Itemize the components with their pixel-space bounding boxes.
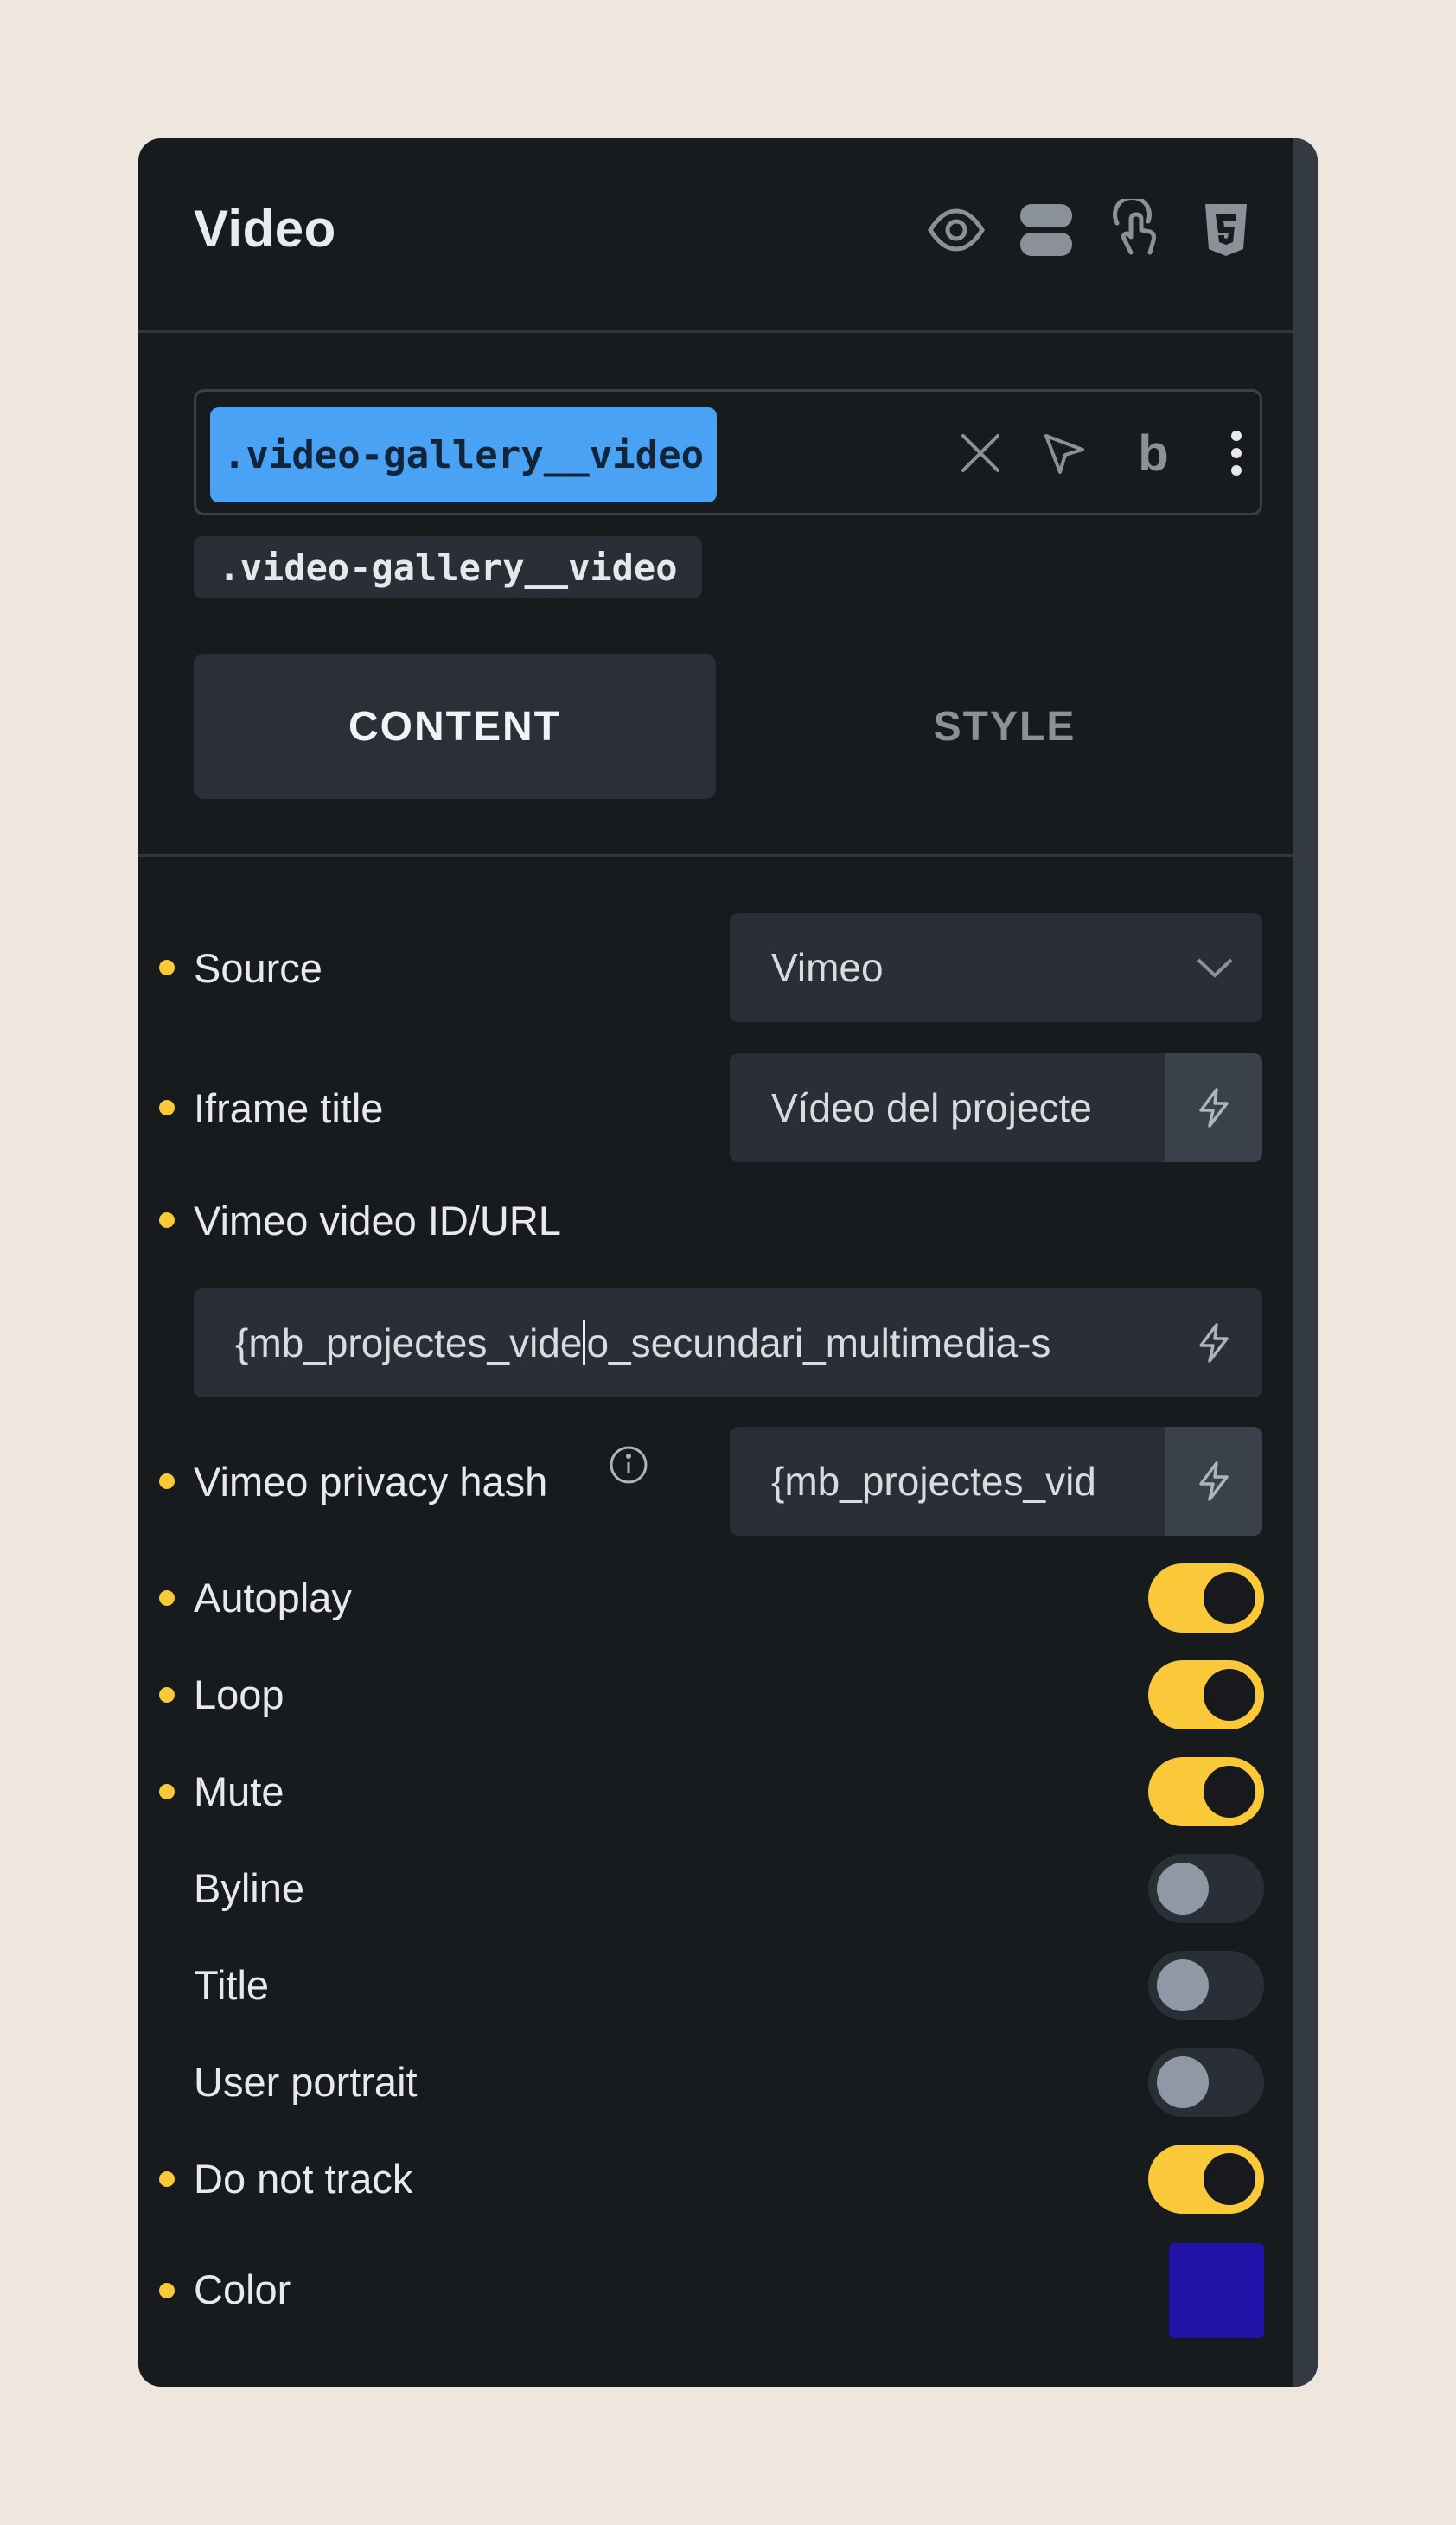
toggle-knob — [1157, 2056, 1209, 2108]
user-portrait-toggle[interactable] — [1148, 2048, 1264, 2117]
iframe-title-row: Iframe title Vídeo del projecte — [138, 1053, 1293, 1162]
modified-indicator — [159, 1212, 175, 1228]
panel-title: Video — [194, 200, 336, 258]
title-toggle[interactable] — [1148, 1951, 1264, 2020]
mute-row: Mute — [138, 1757, 1293, 1826]
modified-indicator — [159, 1100, 175, 1115]
iframe-title-input[interactable]: Vídeo del projecte — [730, 1053, 1262, 1162]
user-portrait-row: User portrait — [138, 2048, 1293, 2117]
loop-label: Loop — [194, 1672, 284, 1717]
bolt-icon — [1199, 1323, 1229, 1363]
toggle-knob — [1157, 1863, 1209, 1915]
vimeo-id-value-start: {mb_projectes_vide — [235, 1320, 583, 1365]
text-caret — [583, 1320, 586, 1365]
privacy-hash-label: Vimeo privacy hash — [194, 1459, 548, 1505]
privacy-hash-input[interactable]: {mb_projectes_vid — [730, 1427, 1262, 1536]
source-label: Source — [194, 945, 322, 991]
mute-toggle[interactable] — [1148, 1757, 1264, 1826]
privacy-hash-row: Vimeo privacy hash {mb_projectes_vid — [138, 1427, 1293, 1536]
dynamic-data-button[interactable] — [1165, 1427, 1262, 1536]
source-select[interactable]: Vimeo — [730, 913, 1262, 1022]
bolt-icon — [1199, 1461, 1229, 1501]
eye-icon[interactable] — [925, 199, 987, 261]
loop-row: Loop — [138, 1660, 1293, 1729]
vimeo-id-label-row: Vimeo video ID/URL — [138, 1185, 1293, 1254]
iframe-title-label: Iframe title — [194, 1085, 384, 1131]
color-swatch[interactable] — [1169, 2243, 1264, 2338]
vimeo-id-value-end: o_secundari_multimedia-s — [586, 1320, 1051, 1365]
dynamic-data-button[interactable] — [1165, 1053, 1262, 1162]
modified-indicator — [159, 2283, 175, 2298]
autoplay-toggle[interactable] — [1148, 1563, 1264, 1633]
toggle-knob — [1204, 1669, 1255, 1721]
modified-indicator — [159, 2171, 175, 2187]
color-row: Color — [138, 2243, 1293, 2338]
title-row: Title — [138, 1951, 1293, 2020]
info-icon[interactable] — [608, 1444, 649, 1486]
modified-indicator — [159, 1784, 175, 1799]
vimeo-id-value: {mb_projectes_vide o_secundari_multimedia… — [235, 1288, 1159, 1397]
autoplay-label: Autoplay — [194, 1575, 352, 1620]
do-not-track-row: Do not track — [138, 2145, 1293, 2214]
active-class-chip[interactable]: .video-gallery__video — [210, 407, 717, 502]
do-not-track-toggle[interactable] — [1148, 2145, 1264, 2214]
layers-icon[interactable] — [1015, 199, 1077, 261]
class-selector[interactable]: .video-gallery__video b — [194, 389, 1262, 515]
scrollbar[interactable] — [1293, 138, 1318, 2387]
chevron-down-icon — [1197, 958, 1233, 978]
byline-toggle[interactable] — [1148, 1854, 1264, 1923]
mute-label: Mute — [194, 1768, 284, 1814]
tab-style[interactable]: STYLE — [744, 654, 1266, 799]
privacy-hash-value: {mb_projectes_vid — [771, 1459, 1096, 1504]
vimeo-id-label: Vimeo video ID/URL — [194, 1198, 561, 1243]
source-value: Vimeo — [771, 945, 884, 990]
source-row: Source Vimeo — [138, 913, 1293, 1022]
tab-content[interactable]: CONTENT — [194, 654, 716, 799]
touch-icon[interactable] — [1105, 199, 1167, 261]
cursor-icon[interactable] — [1025, 414, 1102, 492]
toggle-knob — [1157, 1959, 1209, 2011]
title-label: Title — [194, 1962, 270, 2008]
css3-icon[interactable] — [1195, 199, 1257, 261]
modified-indicator — [159, 960, 175, 975]
bold-icon[interactable]: b — [1114, 414, 1192, 492]
modified-indicator — [159, 1473, 175, 1489]
toggle-knob — [1204, 1572, 1255, 1624]
video-element-panel: Video .video-gallery__video b .video-gal… — [138, 138, 1318, 2387]
color-label: Color — [194, 2266, 291, 2312]
close-icon[interactable] — [942, 414, 1019, 492]
toggle-knob — [1204, 1766, 1255, 1818]
more-icon[interactable] — [1197, 414, 1275, 492]
panel-header: Video — [138, 138, 1293, 332]
user-portrait-label: User portrait — [194, 2059, 418, 2105]
tabs-divider — [138, 854, 1293, 857]
bolt-icon — [1199, 1088, 1229, 1128]
do-not-track-label: Do not track — [194, 2156, 413, 2202]
byline-row: Byline — [138, 1854, 1293, 1923]
header-divider — [138, 330, 1293, 333]
autoplay-row: Autoplay — [138, 1563, 1293, 1633]
byline-label: Byline — [194, 1865, 305, 1911]
toggle-knob — [1204, 2153, 1255, 2205]
vimeo-id-input[interactable]: {mb_projectes_vide o_secundari_multimedia… — [194, 1288, 1262, 1397]
modified-indicator — [159, 1687, 175, 1703]
iframe-title-value: Vídeo del projecte — [771, 1085, 1092, 1130]
loop-toggle[interactable] — [1148, 1660, 1264, 1729]
modified-indicator — [159, 1590, 175, 1606]
secondary-class-chip[interactable]: .video-gallery__video — [194, 536, 702, 598]
svg-text:b: b — [1138, 427, 1168, 479]
dynamic-data-button[interactable] — [1165, 1288, 1262, 1397]
